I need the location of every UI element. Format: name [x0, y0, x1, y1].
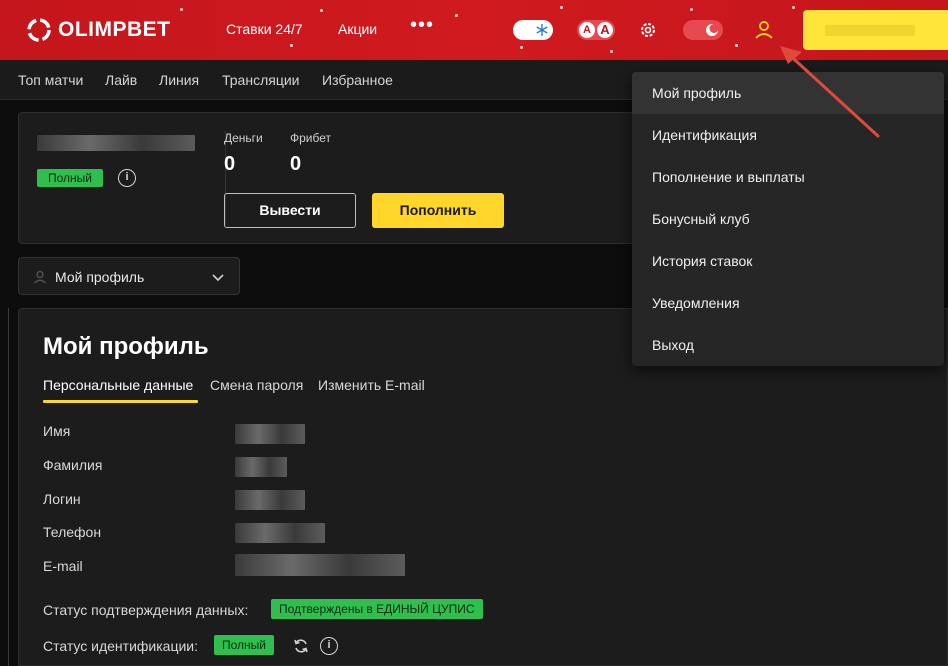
nav-promotions[interactable]: Акции: [338, 21, 377, 37]
info-icon[interactable]: i: [320, 637, 338, 655]
info-icon[interactable]: i: [118, 169, 136, 187]
font-small-letter: A: [579, 22, 595, 38]
theme-toggle-icon: [706, 24, 719, 36]
snow-dot: [735, 44, 738, 47]
menu-item-bonus-club[interactable]: Бонусный клуб: [632, 198, 944, 240]
tab-change-email[interactable]: Изменить E-mail: [318, 377, 425, 393]
menu-item-deposit-withdraw[interactable]: Пополнение и выплаты: [632, 156, 944, 198]
gear-icon[interactable]: [638, 20, 658, 40]
ident-status-badge: Полный: [214, 635, 274, 655]
balance-freebet-value: 0: [290, 153, 302, 175]
data-status-label: Статус подтверждения данных:: [43, 602, 249, 618]
snowflake-icon: [536, 24, 548, 36]
chevron-down-icon: [212, 274, 224, 282]
content-left-border: [8, 308, 9, 666]
field-value-redacted: [235, 490, 305, 510]
snow-dot: [180, 8, 183, 11]
tab-personal-data[interactable]: Персональные данные: [43, 377, 193, 393]
field-label-last-name: Фамилия: [43, 457, 103, 473]
logo-mark-icon: [27, 18, 51, 42]
subnav-live[interactable]: Лайв: [105, 72, 137, 88]
profile-section-select[interactable]: Мой профиль: [18, 257, 240, 295]
tab-change-password[interactable]: Смена пароля: [210, 377, 303, 393]
refresh-icon[interactable]: [292, 637, 310, 655]
field-value-redacted: [235, 523, 325, 543]
font-large-letter: A: [597, 22, 613, 38]
brand-name: OLIMPBET: [58, 18, 171, 41]
field-label-email: E-mail: [43, 558, 83, 574]
subnav-line[interactable]: Линия: [159, 72, 199, 88]
font-size-toggle[interactable]: A A: [577, 20, 615, 40]
field-label-login: Логин: [43, 491, 81, 507]
page-title: Мой профиль: [43, 333, 209, 360]
data-status-badge: Подтверждены в ЕДИНЫЙ ЦУПИС: [271, 599, 483, 619]
snow-dot: [560, 6, 563, 9]
profile-section-select-value: Мой профиль: [55, 269, 145, 285]
subnav-broadcasts[interactable]: Трансляции: [222, 72, 299, 88]
snow-dot: [792, 6, 795, 9]
field-value-redacted: [235, 554, 405, 576]
deposit-button[interactable]: Пополнить: [372, 193, 504, 228]
subnav-favorites[interactable]: Избранное: [322, 72, 393, 88]
balance-freebet-label: Фрибет: [290, 131, 332, 145]
snow-toggle[interactable]: [513, 20, 553, 40]
subnav-top-matches[interactable]: Топ матчи: [18, 72, 83, 88]
snow-dot: [610, 50, 613, 53]
more-menu-button[interactable]: •••: [410, 14, 434, 37]
account-name-redacted: [825, 25, 915, 36]
snow-dot: [690, 8, 693, 11]
menu-item-logout[interactable]: Выход: [632, 324, 944, 366]
field-value-redacted: [235, 424, 305, 444]
balance-money-value: 0: [224, 153, 236, 175]
field-label-first-name: Имя: [43, 423, 71, 439]
user-icon: [34, 270, 46, 284]
status-badge: Полный: [37, 169, 103, 187]
nav-bets-24-7[interactable]: Ставки 24/7: [226, 21, 303, 37]
snow-dot: [320, 9, 323, 12]
snow-dot: [455, 14, 458, 17]
annotation-arrow-icon: [780, 46, 880, 138]
active-tab-indicator: [43, 400, 198, 403]
theme-toggle[interactable]: [683, 20, 723, 40]
balance-money-label: Деньги: [224, 131, 263, 145]
ident-status-label: Статус идентификации:: [43, 638, 198, 654]
user-name-redacted: [37, 135, 195, 151]
field-value-redacted: [235, 457, 287, 477]
account-summary-card: Полный i Деньги 0 Фрибет 0 Вывести Попол…: [18, 112, 678, 244]
withdraw-button[interactable]: Вывести: [224, 193, 356, 228]
snow-dot: [520, 46, 523, 49]
menu-item-notifications[interactable]: Уведомления: [632, 282, 944, 324]
field-label-phone: Телефон: [43, 524, 102, 540]
snow-dot: [290, 44, 293, 47]
menu-item-bet-history[interactable]: История ставок: [632, 240, 944, 282]
brand-logo[interactable]: OLIMPBET: [26, 16, 171, 44]
